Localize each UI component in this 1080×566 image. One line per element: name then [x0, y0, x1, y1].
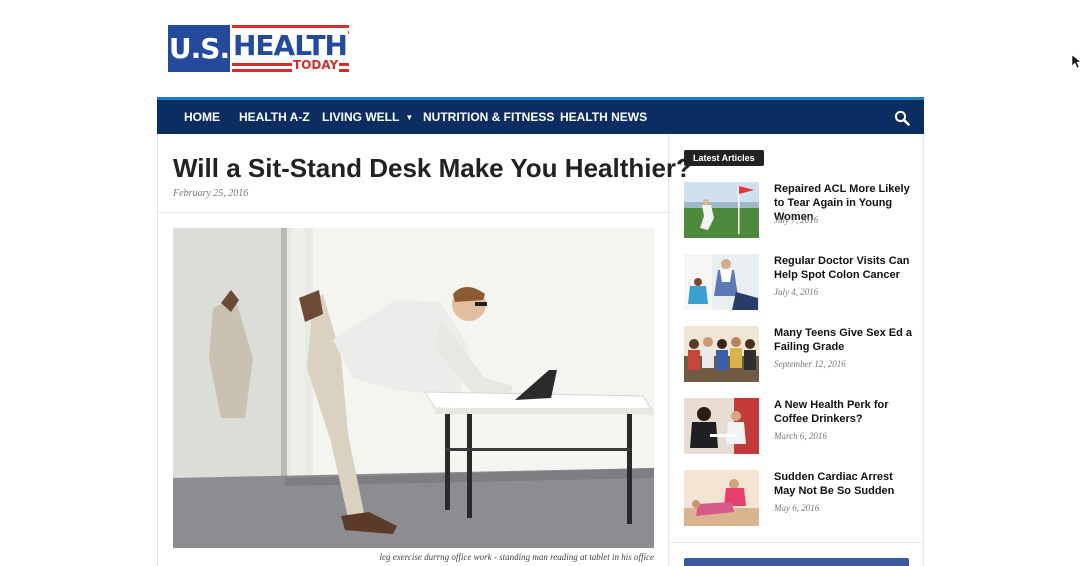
latest-article-item[interactable]: A New Health Perk for Coffee Drinkers? M… [684, 398, 914, 456]
article-thumbnail[interactable] [684, 398, 759, 454]
nav-item-health-a-z[interactable]: HEALTH A-Z [239, 100, 310, 134]
latest-article-date: May 6, 2016 [774, 503, 820, 513]
article-thumbnail[interactable] [684, 326, 759, 382]
logo-today-text: TODAY [292, 58, 340, 72]
nav-item-nutrition-fitness[interactable]: NUTRITION & FITNESS [423, 100, 554, 134]
nav-item-health-news[interactable]: HEALTH NEWS [560, 100, 647, 134]
latest-article-date: March 6, 2016 [774, 431, 827, 441]
sidebar-separator [669, 542, 923, 543]
article-thumbnail[interactable] [684, 182, 759, 238]
article-thumbnail[interactable] [684, 254, 759, 310]
latest-article-title[interactable]: A New Health Perk for Coffee Drinkers? [774, 398, 914, 426]
site-logo[interactable]: U.S. HEALTH TODAY [168, 25, 352, 73]
page: U.S. HEALTH TODAY HOME HEALTH A-Z LIVING… [0, 0, 1080, 566]
logo-health-text: HEALTH [232, 29, 348, 62]
article-title: Will a Sit-Stand Desk Make You Healthier… [173, 153, 692, 183]
latest-article-title[interactable]: Sudden Cardiac Arrest May Not Be So Sudd… [774, 470, 914, 498]
content-border-right [923, 134, 924, 566]
article-date: February 25, 2016 [173, 188, 249, 199]
latest-article-date: July 7, 2016 [774, 215, 819, 225]
nav-item-home[interactable]: HOME [184, 100, 220, 134]
article-thumbnail[interactable] [684, 470, 759, 526]
latest-article-title[interactable]: Regular Doctor Visits Can Help Spot Colo… [774, 254, 914, 282]
latest-article-date: July 4, 2016 [774, 287, 819, 297]
chevron-down-icon: ▼ [405, 112, 414, 122]
main-nav: HOME HEALTH A-Z LIVING WELL ▼ NUTRITION &… [157, 97, 924, 134]
latest-article-item[interactable]: Many Teens Give Sex Ed a Failing Grade S… [684, 326, 914, 384]
latest-article-item[interactable]: Sudden Cardiac Arrest May Not Be So Sudd… [684, 470, 914, 528]
article-hero-image [173, 228, 654, 548]
latest-article-item[interactable]: Repaired ACL More Likely to Tear Again i… [684, 182, 914, 240]
latest-article-item[interactable]: Regular Doctor Visits Can Help Spot Colo… [684, 254, 914, 312]
content-border-left [157, 134, 158, 566]
search-icon[interactable] [894, 110, 910, 126]
title-separator [158, 212, 668, 213]
facebook-widget[interactable] [684, 558, 909, 566]
image-caption: leg exercise durrng office work - standi… [379, 552, 654, 562]
nav-item-living-well[interactable]: LIVING WELL ▼ [322, 100, 413, 134]
column-divider [668, 134, 669, 566]
latest-article-title[interactable]: Many Teens Give Sex Ed a Failing Grade [774, 326, 914, 354]
latest-article-date: September 12, 2016 [774, 359, 846, 369]
mouse-cursor-icon [1072, 55, 1080, 69]
logo-us-block: U.S. [168, 25, 230, 72]
latest-articles-heading: Latest Articles [684, 150, 764, 166]
